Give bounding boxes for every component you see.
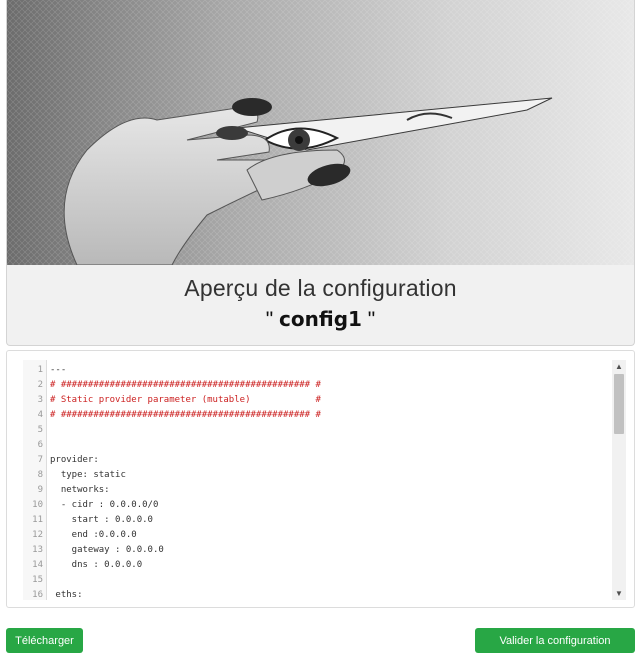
code-line: 1 --- [23, 363, 613, 378]
config-name-heading: " config1 " [7, 307, 634, 332]
code-comment: # ######################################… [50, 380, 321, 390]
code-text: eths: [50, 590, 83, 600]
scrollbar-thumb[interactable] [614, 374, 624, 434]
validate-configuration-button[interactable]: Valider la configuration [475, 628, 635, 653]
code-comment: # Static provider parameter (mutable) # [50, 395, 321, 405]
code-line: 16 eths: [23, 588, 613, 600]
code-line: 9 networks: [23, 483, 613, 498]
code-comment: # ######################################… [50, 410, 321, 420]
preview-card: Aperçu de la configuration " config1 " [6, 0, 635, 346]
yaml-code-editor[interactable]: 1 --- 2 # #################################… [23, 360, 626, 600]
code-text: networks: [50, 485, 110, 495]
line-number: 11 [32, 515, 43, 525]
line-number: 7 [37, 455, 43, 465]
config-panel: 1 --- 2 # #################################… [6, 350, 635, 608]
code-text: dns : 0.0.0.0 [50, 560, 143, 570]
line-number: 2 [37, 380, 43, 390]
line-number: 5 [37, 425, 43, 435]
line-number: 13 [32, 545, 43, 555]
code-line: 6 [23, 438, 613, 453]
line-number: 9 [37, 485, 43, 495]
quote-close: " [367, 308, 376, 331]
code-line: 4 # #####################################… [23, 408, 613, 423]
code-line: 11 start : 0.0.0.0 [23, 513, 613, 528]
code-text: start : 0.0.0.0 [50, 515, 153, 525]
code-line: 3 # Static provider parameter (mutable) # [23, 393, 613, 408]
config-name: config1 [279, 307, 362, 331]
code-line: 10 - cidr : 0.0.0.0/0 [23, 498, 613, 513]
line-number: 8 [37, 470, 43, 480]
download-button[interactable]: Télécharger [6, 628, 83, 653]
line-number: 4 [37, 410, 43, 420]
code-line: 15 [23, 573, 613, 588]
code-text: gateway : 0.0.0.0 [50, 545, 164, 555]
editor-scrollbar[interactable]: ▲ ▼ [612, 360, 626, 600]
line-number: 10 [32, 500, 43, 510]
code-line: 8 type: static [23, 468, 613, 483]
line-number: 6 [37, 440, 43, 450]
line-number: 3 [37, 395, 43, 405]
scroll-down-arrow-icon[interactable]: ▼ [612, 587, 626, 600]
code-line: 5 [23, 423, 613, 438]
header-photo [7, 0, 634, 265]
code-text: --- [50, 365, 67, 375]
code-text: provider: [50, 455, 99, 465]
code-line: 7 provider: [23, 453, 613, 468]
code-line: 12 end :0.0.0.0 [23, 528, 613, 543]
line-number: 15 [32, 575, 43, 585]
line-number: 14 [32, 560, 43, 570]
page-title: Aperçu de la configuration [184, 275, 457, 301]
code-text: - cidr : 0.0.0.0/0 [50, 500, 159, 510]
line-number: 16 [32, 590, 43, 600]
scroll-up-arrow-icon[interactable]: ▲ [612, 360, 626, 373]
code-line: 14 dns : 0.0.0.0 [23, 558, 613, 573]
quote-open: " [265, 308, 274, 331]
code-line: 2 # #####################################… [23, 378, 613, 393]
code-text: type: static [50, 470, 126, 480]
code-line: 13 gateway : 0.0.0.0 [23, 543, 613, 558]
code-text: end :0.0.0.0 [50, 530, 137, 540]
line-number: 1 [37, 365, 43, 375]
line-number: 12 [32, 530, 43, 540]
